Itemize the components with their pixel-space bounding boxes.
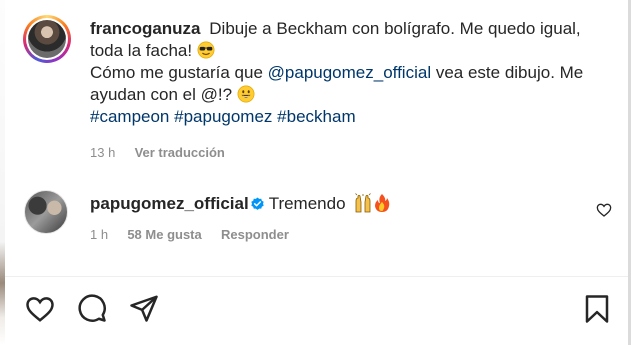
fire-emoji-icon <box>375 194 390 212</box>
see-translation-link[interactable]: Ver traducción <box>135 145 225 160</box>
reply-comment: papugomez_official Tremendo <box>90 193 391 215</box>
reply-text: Tremendo <box>268 194 346 213</box>
like-comment-heart-icon[interactable] <box>596 202 612 218</box>
reply-meta-row: 1 h 58 Me gusta Responder <box>90 227 289 242</box>
caption-mention-link[interactable]: @papugomez_official <box>268 63 431 82</box>
hashtag-link[interactable]: #campeon <box>90 107 169 126</box>
avatar-ring-inner <box>26 18 68 60</box>
author-avatar[interactable] <box>23 15 71 63</box>
grinning-emoji-icon <box>237 85 255 103</box>
reply-like-count[interactable]: 58 Me gusta <box>127 227 201 242</box>
reply-button[interactable]: Responder <box>221 227 289 242</box>
raised-hands-emoji-icon <box>355 193 372 213</box>
left-edge-strip <box>0 0 5 345</box>
verified-badge-icon <box>251 197 264 210</box>
reply-timestamp[interactable]: 1 h <box>90 227 108 242</box>
section-divider <box>5 276 628 277</box>
comment-bubble-icon[interactable] <box>77 293 107 323</box>
bookmark-icon[interactable] <box>582 294 612 324</box>
heart-icon[interactable] <box>25 294 55 324</box>
paper-plane-icon[interactable] <box>129 293 159 323</box>
caption-text-line2-pre: Cómo me gustaría que <box>90 63 263 82</box>
reply-author-username[interactable]: papugomez_official <box>90 194 249 213</box>
caption-meta-row: 13 h Ver traducción <box>90 145 225 160</box>
hashtag-link[interactable]: #beckham <box>277 107 355 126</box>
caption-timestamp[interactable]: 13 h <box>90 145 115 160</box>
author-avatar-photo <box>28 20 66 58</box>
sunglasses-emoji-icon <box>197 41 215 59</box>
reply-author-avatar[interactable] <box>24 190 68 234</box>
post-author-username[interactable]: francoganuza <box>90 19 201 38</box>
post-caption: francoganuza Dibuje a Beckham con bolígr… <box>90 18 600 128</box>
hashtag-link[interactable]: #papugomez <box>174 107 272 126</box>
